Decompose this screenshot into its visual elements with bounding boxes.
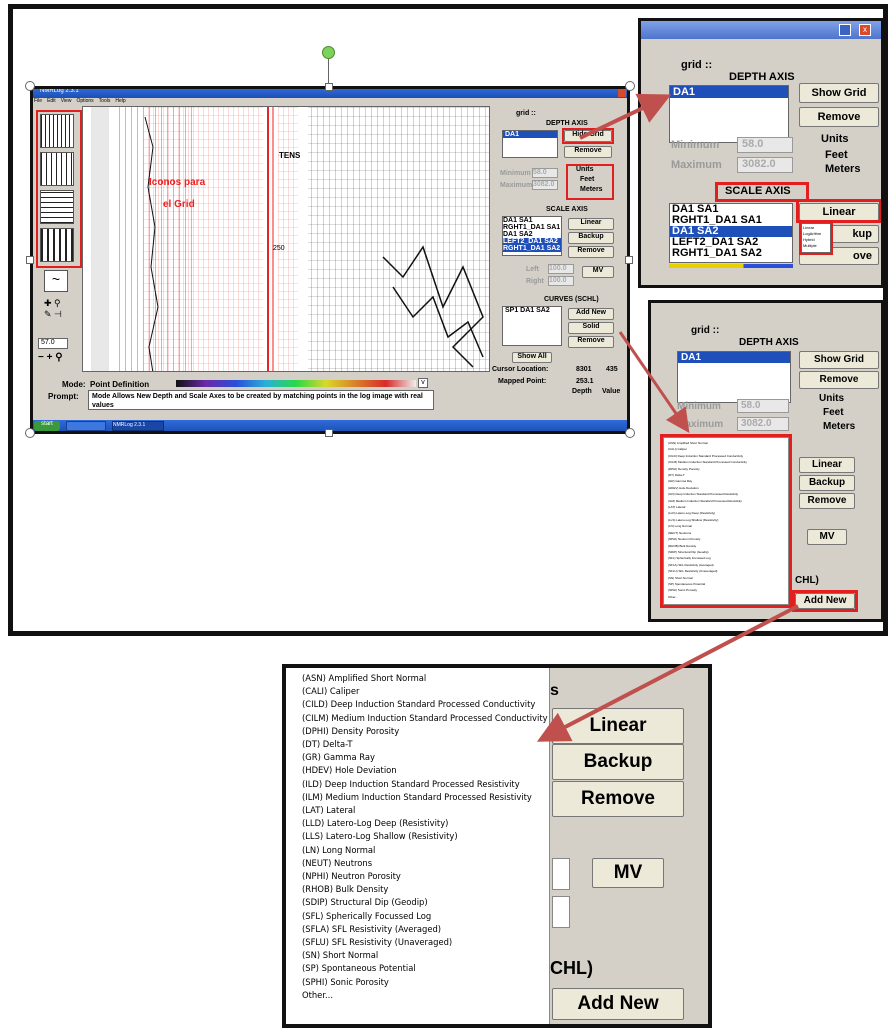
zoom3-add-new-button[interactable]: Add New [552, 988, 684, 1020]
zoom3-linear-button[interactable]: Linear [552, 708, 684, 744]
zoom2-min-field[interactable]: 58.0 [737, 399, 789, 413]
zoom2-window: grid :: DEPTH AXIS DA1 Show Grid Remove … [651, 303, 881, 619]
rotate-handle-icon[interactable] [322, 46, 335, 59]
curve-type-option[interactable]: (ILD) Deep Induction Standard Processed … [302, 778, 549, 791]
zoom3-field-1[interactable] [552, 858, 570, 890]
zoom1-minimum-label: Minimum [671, 139, 720, 151]
zoom1-scale-item[interactable]: RGHT1_DA1 SA2 [670, 248, 792, 259]
zoom2-backup-button[interactable]: Backup [799, 475, 855, 491]
curve-type-option[interactable]: (CILD) Deep Induction Standard Processed… [302, 698, 549, 711]
zoom2-scale-remove-button[interactable]: Remove [799, 493, 855, 509]
curve-type-option[interactable]: (ASN) Amplified Short Normal [302, 672, 549, 685]
resize-handle[interactable] [625, 428, 635, 438]
curve-type-option[interactable]: (SFLA) SFL Resistivity (Averaged) [302, 923, 549, 936]
zoom1-window: x grid :: DEPTH AXIS DA1 Show Grid Remov… [641, 21, 881, 285]
zoom2-feet-option[interactable]: Feet [823, 407, 844, 418]
zoom1-min-field[interactable]: 58.0 [737, 137, 793, 153]
resize-handle[interactable] [625, 256, 633, 264]
curve-type-option[interactable]: (DPHI) Density Porosity [302, 725, 549, 738]
zoom2-maximum-label: Maximum [677, 419, 724, 430]
curve-type-option[interactable]: (SFLU) SFL Resistivity (Unaveraged) [302, 936, 549, 949]
zoom2-mv-button[interactable]: MV [807, 529, 847, 545]
curve-type-option[interactable]: (DT) Delta-T [302, 738, 549, 751]
resize-handle[interactable] [325, 429, 333, 437]
zoom2-linear-button[interactable]: Linear [799, 457, 855, 473]
zoom1-scale-list[interactable]: DA1 SA1 RGHT1_DA1 SA1 DA1 SA2 LEFT2_DA1 … [669, 203, 793, 263]
zoom2-units-label: Units [819, 393, 844, 404]
zoom2-depth-list[interactable]: DA1 [677, 351, 791, 403]
curve-type-option[interactable]: (SFL) Spherically Focussed Log [302, 910, 549, 923]
zoom1-maximum-label: Maximum [671, 159, 722, 171]
curve-type-option[interactable]: (SDIP) Structural Dip (Geodip) [302, 896, 549, 909]
zoom3-curve-types-list[interactable]: (ASN) Amplified Short Normal (CALI) Calip… [286, 668, 550, 1024]
zoom1-show-grid-button[interactable]: Show Grid [799, 83, 879, 103]
resize-handle[interactable] [325, 83, 333, 91]
curve-type-option[interactable]: (NEUT) Neutrons [302, 857, 549, 870]
zoom2-add-new-highlight [792, 590, 858, 612]
resize-handle[interactable] [26, 256, 34, 264]
curve-type-option[interactable]: (SPHI) Sonic Porosity [302, 976, 549, 989]
zoom1-remove-button[interactable]: Remove [799, 107, 879, 127]
zoom1-color-bar [669, 264, 793, 268]
zoom2-show-grid-button[interactable]: Show Grid [799, 351, 879, 369]
zoom2-depth-item[interactable]: DA1 [678, 352, 790, 363]
zoom3-backup-button[interactable]: Backup [552, 744, 684, 780]
zoom3-mv-button[interactable]: MV [592, 858, 664, 888]
curve-type-option[interactable]: (LN) Long Normal [302, 844, 549, 857]
curve-type-option[interactable]: (CILM) Medium Induction Standard Process… [302, 712, 549, 725]
zoom2-depth-axis: DEPTH AXIS [739, 337, 799, 348]
zoom2-remove-button[interactable]: Remove [799, 371, 879, 389]
curve-type-option[interactable]: (LLD) Latero-Log Deep (Resistivity) [302, 817, 549, 830]
zoom3-remove-button[interactable]: Remove [552, 781, 684, 817]
zoom2-max-field[interactable]: 3082.0 [737, 417, 789, 431]
curve-type-option[interactable]: (NPHI) Neutron Porosity [302, 870, 549, 883]
zoom2-curves-label: CHL) [795, 575, 819, 586]
curve-type-option[interactable]: (LLS) Latero-Log Shallow (Resistivity) [302, 830, 549, 843]
zoom1-title-bar: x [641, 21, 881, 39]
resize-handle[interactable] [25, 81, 35, 91]
curve-type-option[interactable]: (ILM) Medium Induction Standard Processe… [302, 791, 549, 804]
zoom1-scale-axis: SCALE AXIS [725, 185, 791, 197]
curve-type-option[interactable]: (SN) Short Normal [302, 949, 549, 962]
zoom1-close-icon[interactable]: x [859, 24, 871, 36]
zoom1-dropdown-highlight [799, 221, 833, 255]
selection-border [30, 86, 630, 434]
zoom3-partial-s: s [550, 682, 559, 699]
curve-type-option[interactable]: (GR) Gamma Ray [302, 751, 549, 764]
zoom3-window: s Linear Backup Remove MV CHL) Add New (… [286, 668, 708, 1024]
curve-type-option[interactable]: (LAT) Lateral [302, 804, 549, 817]
resize-handle[interactable] [25, 428, 35, 438]
zoom1-max-field[interactable]: 3082.0 [737, 157, 793, 173]
zoom1-depth-axis: DEPTH AXIS [729, 71, 795, 83]
curve-type-option[interactable]: (SP) Spontaneous Potential [302, 962, 549, 975]
zoom1-minimize-icon[interactable] [839, 24, 851, 36]
zoom1-feet-option[interactable]: Feet [825, 149, 848, 161]
curve-type-option[interactable]: (HDEV) Hole Deviation [302, 764, 549, 777]
zoom2-curve-list-highlight [660, 434, 792, 608]
zoom3-field-2[interactable] [552, 896, 570, 928]
curve-type-option[interactable]: Other... [302, 989, 549, 1002]
zoom1-linear-highlight [796, 199, 881, 223]
zoom2-minimum-label: Minimum [677, 401, 721, 412]
zoom2-meters-option[interactable]: Meters [823, 421, 855, 432]
zoom1-units-label: Units [821, 133, 849, 145]
zoom2-grid-label: grid :: [691, 325, 720, 336]
curve-type-option[interactable]: (RHOB) Bulk Density [302, 883, 549, 896]
curve-type-option[interactable]: (CALI) Caliper [302, 685, 549, 698]
zoom1-depth-list[interactable]: DA1 [669, 85, 789, 143]
resize-handle[interactable] [625, 81, 635, 91]
zoom1-meters-option[interactable]: Meters [825, 163, 860, 175]
zoom3-curves-label: CHL) [550, 958, 593, 978]
zoom1-depth-item[interactable]: DA1 [670, 86, 788, 98]
zoom1-grid-label: grid :: [681, 59, 713, 71]
